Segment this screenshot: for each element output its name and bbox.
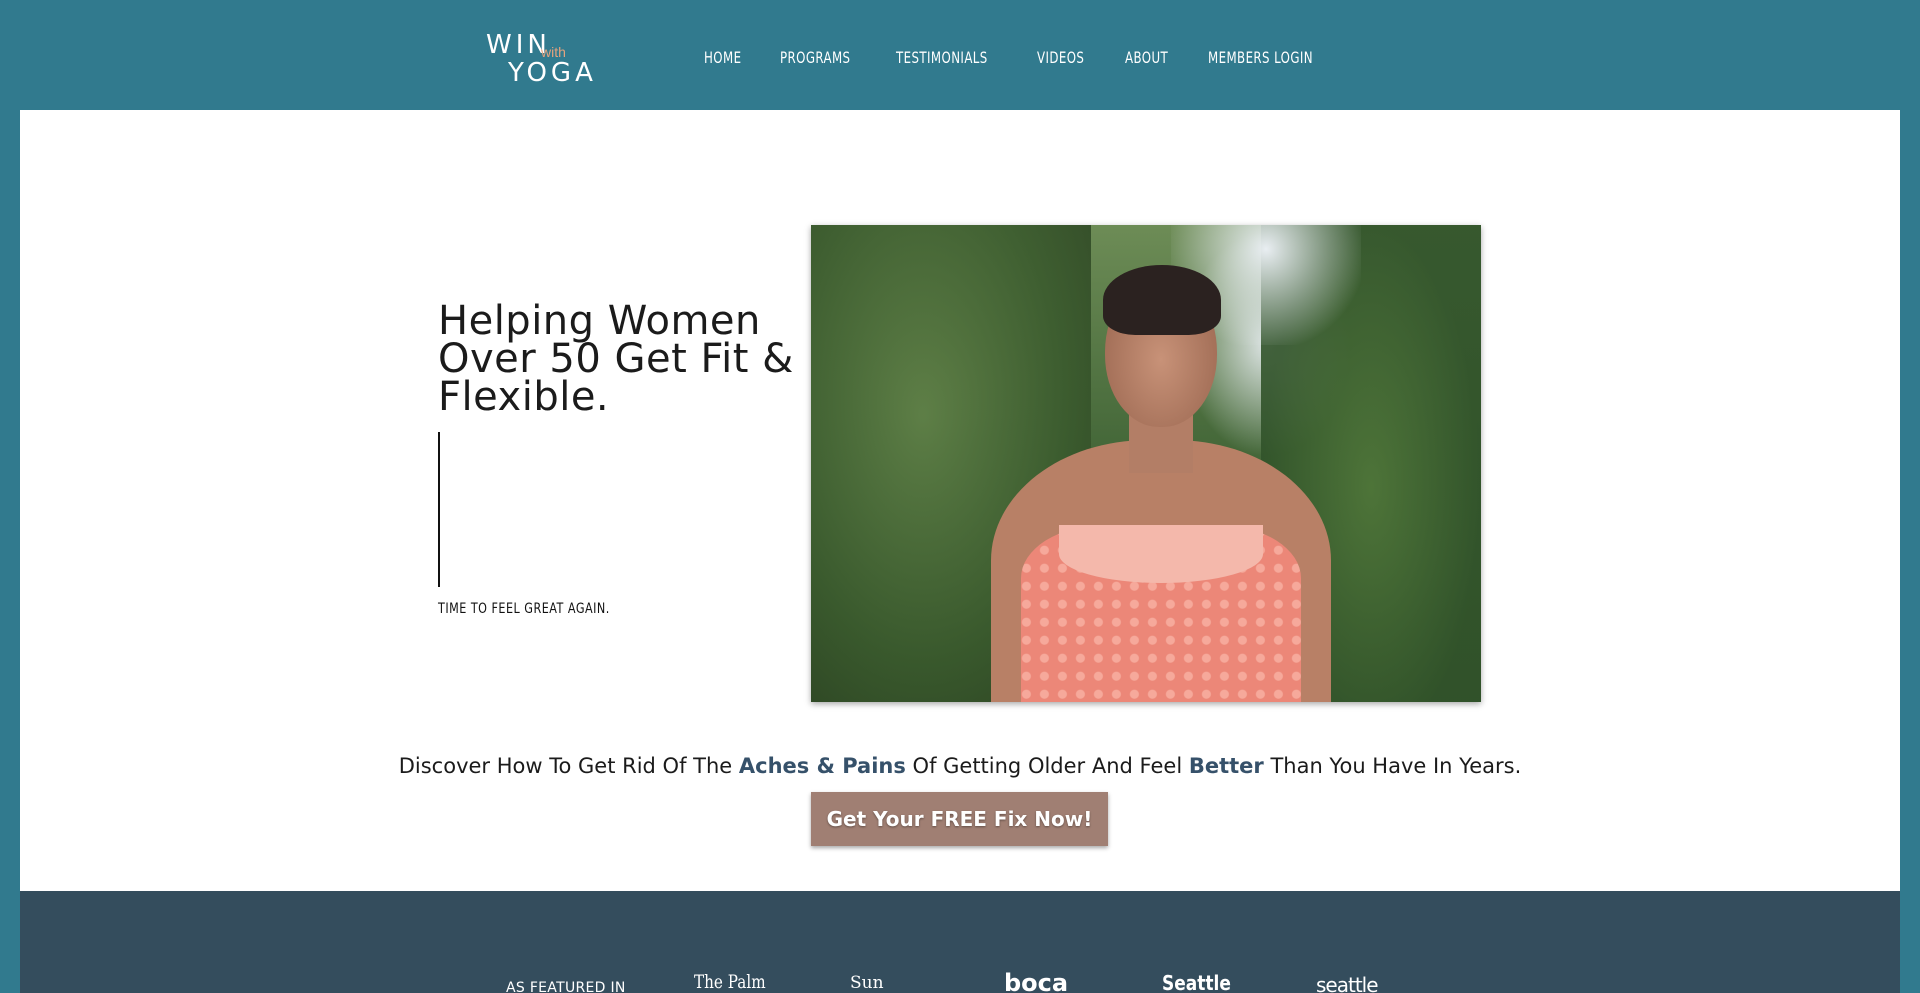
hero-divider — [438, 432, 440, 587]
discover-part3: Than You Have In Years. — [1263, 754, 1522, 778]
publication-logo: The Palm — [694, 971, 766, 993]
featured-in-band: AS FEATURED IN The Palm Sun boca Seattle… — [20, 891, 1900, 993]
publication-logo: Seattle — [1162, 971, 1231, 993]
hero-title: Helping Women Over 50 Get Fit & Flexible… — [438, 298, 794, 420]
hero-tagline: TIME TO FEEL GREAT AGAIN. — [438, 601, 610, 617]
free-fix-button[interactable]: Get Your FREE Fix Now! — [811, 792, 1108, 846]
publication-logo: seattle — [1316, 973, 1379, 993]
site-header: WIN with YOGA HOME PROGRAMS TESTIMONIALS… — [0, 0, 1920, 110]
nav-testimonials[interactable]: TESTIMONIALS — [896, 48, 988, 67]
discover-part2: Of Getting Older And Feel — [905, 754, 1189, 778]
site-logo[interactable]: WIN with YOGA — [486, 30, 596, 90]
discover-headline: Discover How To Get Rid Of The Aches & P… — [20, 754, 1900, 778]
featured-label: AS FEATURED IN — [506, 980, 626, 993]
nav-programs[interactable]: PROGRAMS — [780, 48, 850, 67]
photo-hair — [1103, 265, 1221, 335]
discover-part1: Discover How To Get Rid Of The — [398, 754, 739, 778]
publication-logo: boca — [1004, 969, 1069, 993]
hero-photo — [811, 225, 1481, 702]
nav-about[interactable]: ABOUT — [1125, 48, 1168, 67]
nav-home[interactable]: HOME — [704, 48, 741, 67]
photo-tank-band — [1059, 525, 1263, 583]
nav-members-login[interactable]: MEMBERS LOGIN — [1208, 48, 1313, 67]
discover-em-aches: Aches & Pains — [738, 754, 906, 778]
discover-em-better: Better — [1188, 754, 1264, 778]
main-nav: HOME PROGRAMS TESTIMONIALS VIDEOS ABOUT … — [704, 48, 1366, 67]
logo-yoga: YOGA — [508, 58, 597, 88]
nav-videos[interactable]: VIDEOS — [1037, 48, 1084, 67]
hero-section: Helping Women Over 50 Get Fit & Flexible… — [20, 110, 1900, 891]
publication-logo: Sun — [850, 973, 884, 993]
